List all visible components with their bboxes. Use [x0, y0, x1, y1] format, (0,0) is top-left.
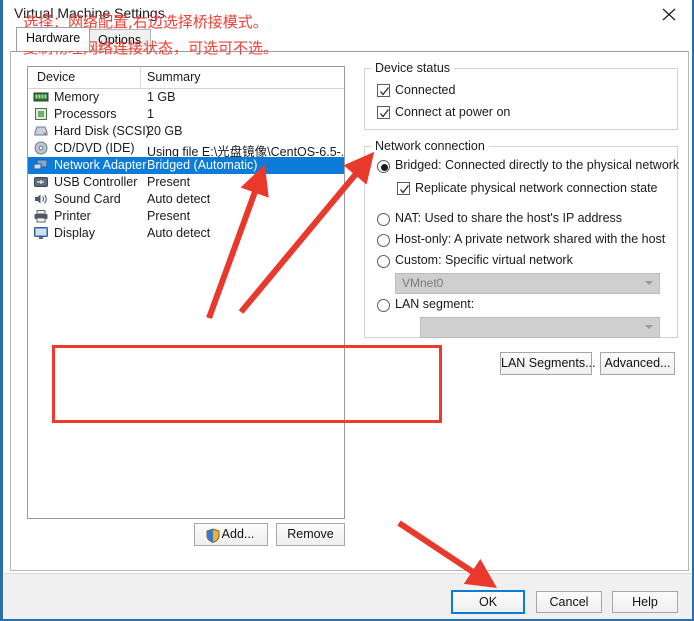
device-name: Memory [54, 90, 100, 104]
processor-icon [33, 107, 50, 122]
radio-dot [381, 164, 388, 171]
sound-card-icon [33, 192, 50, 207]
device-name: CD/DVD (IDE) [54, 141, 135, 155]
close-icon[interactable] [648, 0, 692, 28]
device-row-sound-card[interactable]: Sound Card Auto detect [28, 191, 344, 208]
lan-segment-label: LAN segment: [395, 297, 475, 311]
device-row-processors[interactable]: Processors 1 [28, 106, 344, 123]
device-name: USB Controller [54, 175, 138, 189]
bridged-radio[interactable] [377, 160, 390, 173]
column-header-summary: Summary [147, 70, 201, 84]
nat-label: NAT: Used to share the host's IP address [395, 211, 623, 225]
replicate-physical-network-checkbox[interactable] [397, 182, 410, 195]
device-status-legend: Device status [371, 61, 455, 75]
network-connection-legend: Network connection [371, 139, 489, 153]
device-summary: 1 GB [147, 90, 176, 104]
device-row-network-adapter[interactable]: Network Adapter Bridged (Automatic) [28, 157, 344, 174]
device-list-header: Device Summary [28, 67, 344, 89]
device-row-hard-disk[interactable]: Hard Disk (SCSI) 20 GB [28, 123, 344, 140]
connected-label: Connected [395, 83, 456, 97]
header-separator [140, 67, 141, 89]
connect-at-power-on-label: Connect at power on [395, 105, 511, 119]
lan-segment-dropdown[interactable] [420, 317, 660, 338]
replicate-physical-network-label: Replicate physical network connection st… [415, 181, 658, 195]
device-name: Network Adapter [54, 158, 147, 172]
custom-radio[interactable] [377, 255, 390, 268]
custom-network-value: VMnet0 [402, 276, 444, 290]
column-header-device: Device [37, 70, 76, 84]
device-name: Display [54, 226, 95, 240]
bridged-label: Bridged: Connected directly to the physi… [395, 158, 680, 172]
custom-label: Custom: Specific virtual network [395, 253, 573, 267]
device-summary: Auto detect [147, 192, 211, 206]
shield-icon [206, 528, 220, 544]
network-adapter-icon [33, 158, 50, 173]
help-button[interactable]: Help [612, 591, 678, 613]
virtual-machine-settings-dialog: Virtual Machine Settings Hardware Option… [0, 0, 694, 621]
cancel-button[interactable]: Cancel [536, 591, 602, 613]
connected-checkbox[interactable] [377, 84, 390, 97]
device-row-memory[interactable]: Memory 1 GB [28, 89, 344, 106]
printer-icon [33, 209, 50, 224]
device-name: Processors [54, 107, 117, 121]
device-summary: Auto detect [147, 226, 211, 240]
device-summary: Present [147, 209, 191, 223]
close-glyph [662, 8, 676, 21]
memory-icon [33, 90, 50, 105]
nat-radio[interactable] [377, 213, 390, 226]
device-list[interactable]: Device Summary Memory 1 GB Processors 1 … [27, 66, 345, 519]
add-button[interactable]: Add... [194, 523, 268, 546]
display-icon [33, 226, 50, 241]
host-only-radio[interactable] [377, 234, 390, 247]
device-row-printer[interactable]: Printer Present [28, 208, 344, 225]
chevron-down-icon [645, 325, 653, 329]
device-row-display[interactable]: Display Auto detect [28, 225, 344, 242]
advanced-button[interactable]: Advanced... [600, 352, 675, 375]
custom-network-dropdown[interactable]: VMnet0 [395, 273, 660, 294]
device-name: Sound Card [54, 192, 121, 206]
device-summary: 20 GB [147, 124, 183, 138]
ok-button[interactable]: OK [451, 590, 525, 614]
tab-hardware[interactable]: Hardware [16, 27, 91, 51]
device-row-usb-controller[interactable]: USB Controller Present [28, 174, 344, 191]
hard-disk-icon [33, 124, 50, 139]
network-connection-group: Network connection Bridged: Connected di… [364, 139, 680, 338]
device-name: Hard Disk (SCSI) [54, 124, 150, 138]
device-summary: 1 [147, 107, 154, 121]
connect-at-power-on-checkbox[interactable] [377, 106, 390, 119]
device-name: Printer [54, 209, 91, 223]
device-status-group: Device status Connected Connect at power… [364, 61, 678, 130]
device-row-cd-dvd[interactable]: CD/DVD (IDE) Using file E:\光盘镜像\CentOS-6… [28, 140, 344, 159]
usb-controller-icon [33, 175, 50, 190]
cd-dvd-icon [33, 141, 50, 156]
host-only-label: Host-only: A private network shared with… [395, 232, 666, 246]
remove-button[interactable]: Remove [276, 523, 345, 546]
add-button-label: Add... [221, 527, 255, 541]
lan-segment-radio[interactable] [377, 299, 390, 312]
device-summary: Bridged (Automatic) [147, 158, 258, 172]
device-summary: Present [147, 175, 191, 189]
chevron-down-icon [645, 281, 653, 285]
annotation-box [52, 345, 442, 423]
lan-segments-button[interactable]: LAN Segments... [500, 352, 596, 375]
